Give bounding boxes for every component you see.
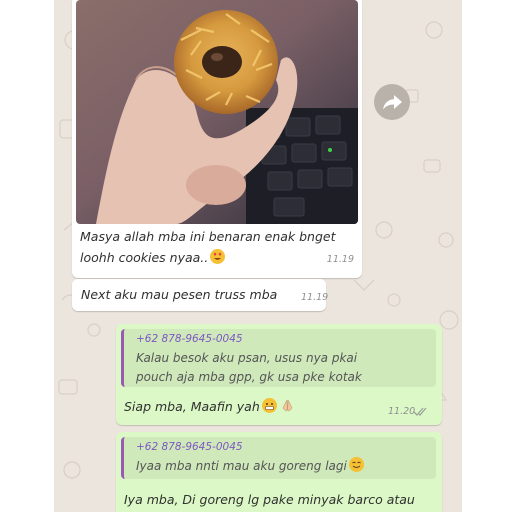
caption-line-2: loohh cookies nyaa.. bbox=[80, 250, 209, 265]
image-message-bubble[interactable]: Masya allah mba ini benaran enak bnget l… bbox=[72, 0, 362, 278]
reply-message-bubble[interactable]: +62 878-9645-0045 Iyaa mba nnti mau aku … bbox=[116, 432, 442, 512]
reply-text: Siap mba, Maafin yah bbox=[124, 399, 260, 414]
reply-message-bubble[interactable]: +62 878-9645-0045 Kalau besok aku psan, … bbox=[116, 324, 442, 425]
grimace-emoji bbox=[261, 398, 277, 413]
quoted-text: Kalau besok aku psan, usus nya pkai pouc… bbox=[136, 349, 432, 387]
quoted-sender: +62 878-9645-0045 bbox=[136, 441, 243, 453]
quoted-message[interactable]: +62 878-9645-0045 Kalau besok aku psan, … bbox=[121, 329, 436, 387]
message-time: 11.19 bbox=[301, 292, 329, 303]
message-text: Siap mba, Maafin yah bbox=[124, 396, 295, 417]
folded-hands-emoji bbox=[280, 398, 295, 413]
quoted-line-2: pouch aja mba gpp, gk usa pke kotak bbox=[136, 370, 362, 384]
message-text: Iya mba, Di goreng lg pake minyak barco … bbox=[124, 492, 415, 507]
quoted-line-1: Kalau besok aku psan, usus nya pkai bbox=[136, 351, 358, 365]
double-check-icon bbox=[413, 407, 427, 416]
caption-line-1: Masya allah mba ini benaran enak bnget bbox=[80, 229, 336, 244]
quoted-message[interactable]: +62 878-9645-0045 Iyaa mba nnti mau aku … bbox=[121, 437, 436, 479]
message-time: 11.20 bbox=[388, 406, 416, 417]
chat-area[interactable]: Masya allah mba ini benaran enak bnget l… bbox=[54, 0, 462, 512]
cookie-photo[interactable] bbox=[76, 0, 358, 224]
message-text: Next aku mau pesen truss mba bbox=[81, 287, 278, 302]
message-time: 11.19 bbox=[326, 254, 354, 265]
quoted-sender: +62 878-9645-0045 bbox=[136, 333, 243, 345]
forward-icon bbox=[383, 95, 402, 110]
smile-emoji bbox=[348, 457, 364, 472]
quoted-line-1: Iyaa mba nnti mau aku goreng lagi bbox=[136, 459, 347, 473]
image-caption: Masya allah mba ini benaran enak bnget l… bbox=[80, 226, 356, 268]
heart-eyes-emoji bbox=[210, 249, 226, 264]
text-message-bubble[interactable]: Next aku mau pesen truss mba 11.19 bbox=[72, 279, 329, 311]
forward-button[interactable] bbox=[374, 84, 410, 120]
